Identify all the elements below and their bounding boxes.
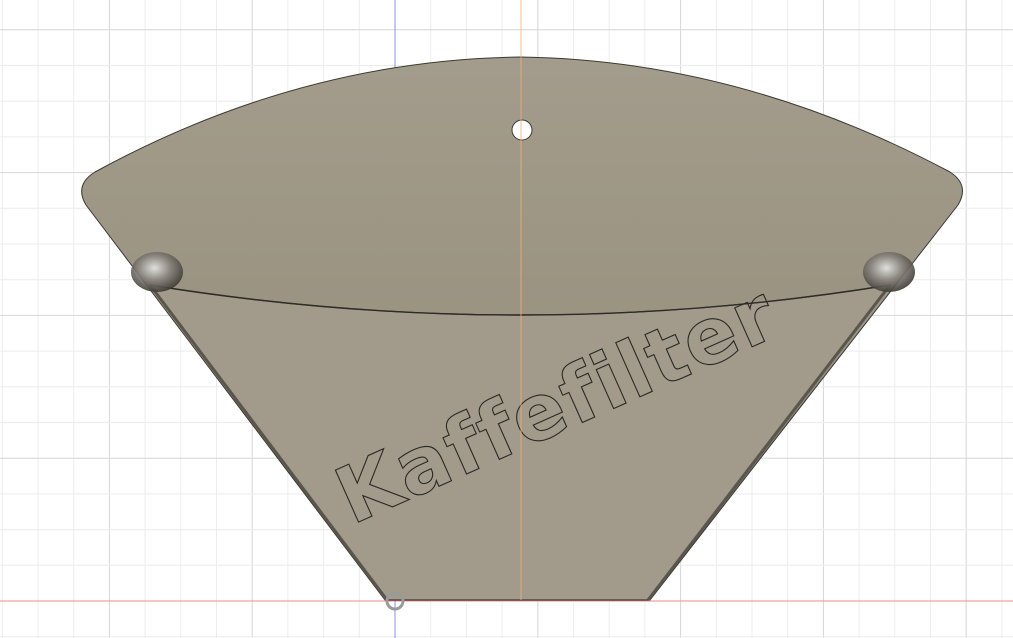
3d-viewport[interactable]: Kaffefilter (0, 0, 1013, 638)
canvas[interactable]: Kaffefilter (0, 0, 1013, 638)
screw-left-icon (131, 252, 183, 292)
mounting-hole (511, 119, 533, 141)
screw-right-icon (863, 252, 915, 292)
